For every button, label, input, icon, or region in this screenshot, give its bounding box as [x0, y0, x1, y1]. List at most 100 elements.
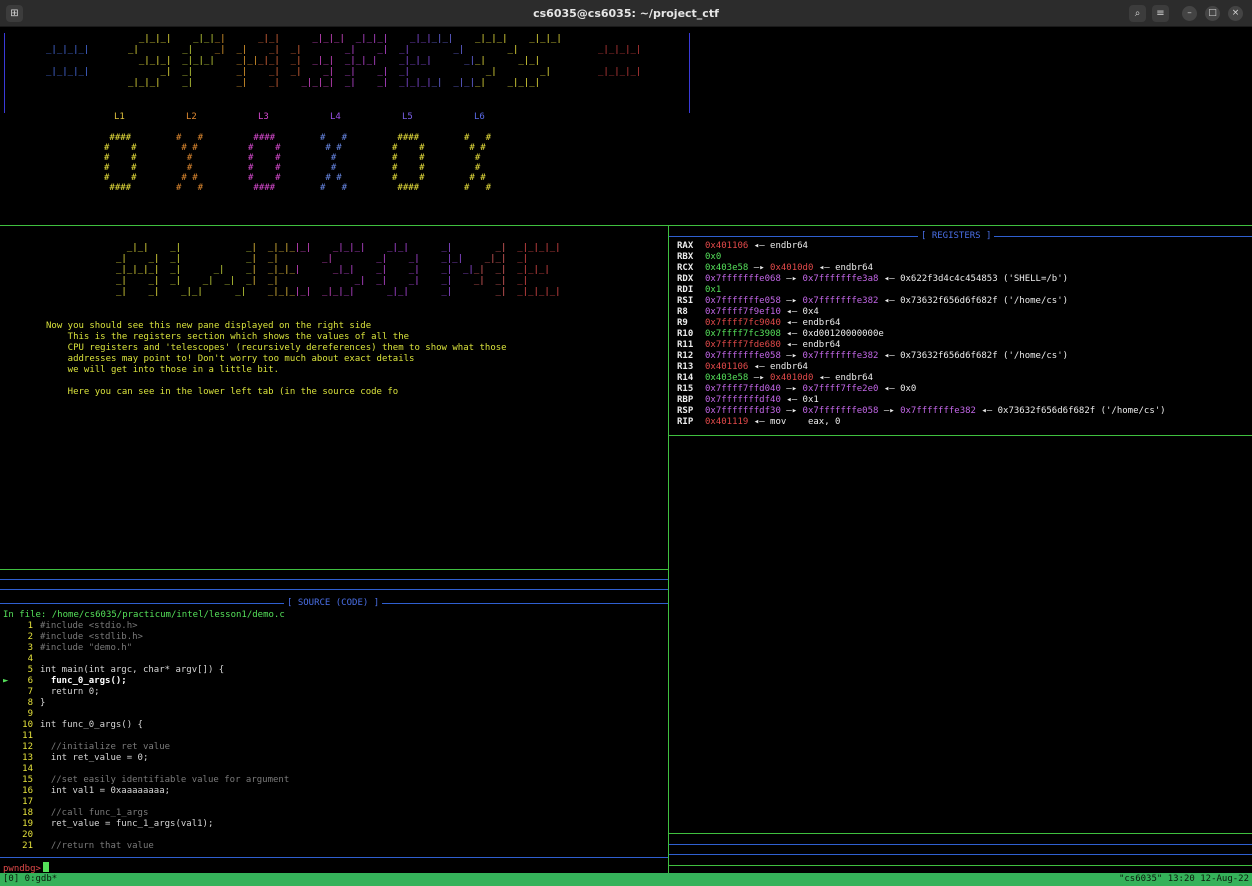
- register-row-rbp: RBP 0x7fffffffdf40 ◂— 0x1: [677, 395, 1166, 406]
- register-row-r14: R14 0x403e58 —▸ 0x4010d0 ◂— endbr64: [677, 373, 1166, 384]
- register-chain: ◂— 0x1: [780, 395, 819, 405]
- source-line-number: 4: [27, 654, 33, 664]
- banner-art-left: _|_|_|_| _|_|_|_|: [46, 45, 90, 77]
- register-row-rax: RAX 0x401106 ◂— endbr64: [677, 241, 1166, 252]
- pane-border-top[interactable]: [0, 225, 1252, 226]
- register-chain-part: 0x4010d0: [770, 263, 814, 273]
- source-line: 1 #include <stdio.h>: [3, 621, 289, 632]
- source-line-number: 8: [27, 698, 33, 708]
- register-chain: ◂— endbr64: [748, 362, 808, 372]
- register-name: R13: [677, 362, 694, 372]
- level-label-2: L2: [186, 112, 197, 122]
- source-code-list: 1 #include <stdio.h> 2 #include <stdlib.h> 3…: [3, 621, 289, 852]
- register-chain-part: 0x7fffffffe382: [900, 406, 976, 416]
- register-name: R10: [677, 329, 694, 339]
- register-value: 0x7fffffffdf40: [705, 395, 781, 405]
- source-line-number: 16: [22, 786, 33, 796]
- register-chain-part: —▸: [780, 274, 803, 284]
- source-line: 18 //call func_1_args: [3, 808, 289, 819]
- source-line-number: 13: [22, 753, 33, 763]
- pane-border-lesson-bottom[interactable]: [0, 569, 668, 570]
- terminal-area[interactable]: _|_|_|_| _|_|_|_| _|_|_| _|_|_| _|_| _|_…: [0, 27, 1252, 886]
- source-line-code: //call func_1_args: [40, 808, 149, 818]
- source-line-number: 21: [22, 841, 33, 851]
- register-chain-part: —▸: [748, 263, 771, 273]
- source-line: ► 6 func_0_args();: [3, 676, 289, 687]
- search-icon[interactable]: ⌕: [1129, 5, 1146, 22]
- register-chain-part: ◂— 0x73632f656d6f682f ('/home/cs'): [878, 296, 1069, 306]
- pane-border-right-lower[interactable]: [669, 833, 1252, 834]
- maximize-icon[interactable]: □: [1205, 6, 1220, 21]
- register-chain-part: ◂— 0x73632f656d6f682f ('/home/cs'): [878, 351, 1069, 361]
- banner-art-title: _|_|_| _|_|_| _|_| _|_|_| _|_|_| _|_|_|_…: [128, 34, 562, 88]
- source-line-number: 15: [22, 775, 33, 785]
- register-name: R9: [677, 318, 688, 328]
- register-chain-part: 0x7fffffffe382: [802, 296, 879, 306]
- register-row-r9: R9 0x7ffff7fc9040 ◂— endbr64: [677, 318, 1166, 329]
- register-chain: ◂— endbr64: [780, 340, 841, 350]
- register-value: 0x1: [705, 285, 722, 295]
- level-digit-3: #### # # # # # # # # ####: [248, 133, 281, 193]
- register-chain-part: 0x7ffff7ffe2e0: [802, 384, 879, 394]
- source-line: 12 //initialize ret value: [3, 742, 289, 753]
- register-chain: ◂— endbr64: [780, 318, 841, 328]
- register-value: 0x0: [705, 252, 722, 262]
- hamburger-menu-icon[interactable]: ≡: [1152, 5, 1169, 22]
- source-line: 10 int func_0_args() {: [3, 720, 289, 731]
- register-chain-part: —▸: [780, 296, 803, 306]
- register-chain: ◂— 0xd00120000000e: [780, 329, 884, 339]
- register-chain-part: —▸: [780, 384, 803, 394]
- source-line: 19 ret_value = func_1_args(val1);: [3, 819, 289, 830]
- register-row-rdx: RDX 0x7fffffffe068 —▸ 0x7fffffffe3a8 ◂— 0…: [677, 274, 1166, 285]
- register-name: R11: [677, 340, 694, 350]
- pane-border-vertical[interactable]: [668, 226, 669, 873]
- tmux-window-list[interactable]: [0] 0:gdb*: [3, 873, 57, 886]
- source-line-code: #include <stdio.h>: [40, 621, 138, 631]
- register-value: 0x7fffffffe058: [705, 351, 781, 361]
- register-name: RDX: [677, 274, 694, 284]
- level-label-5: L5: [402, 112, 413, 122]
- register-chain-part: 0x7fffffffe3a8: [802, 274, 879, 284]
- source-line: 5 int main(int argc, char* argv[]) {: [3, 665, 289, 676]
- register-value: 0x7ffff7fc9040: [705, 318, 781, 328]
- source-line-code: func_0_args();: [40, 676, 127, 686]
- register-name: RAX: [677, 241, 694, 251]
- register-row-rdi: RDI 0x1: [677, 285, 1166, 296]
- register-name: RBP: [677, 395, 694, 405]
- register-value: 0x7ffff7ffd040: [705, 384, 781, 394]
- source-line-number: 12: [22, 742, 33, 752]
- register-row-rsp: RSP 0x7fffffffdf30 —▸ 0x7fffffffe058 —▸ 0…: [677, 406, 1166, 417]
- source-line-number: 10: [22, 720, 33, 730]
- source-line-number: 1: [27, 621, 33, 631]
- register-row-rsi: RSI 0x7fffffffe058 —▸ 0x7fffffffe382 ◂— 0…: [677, 296, 1166, 307]
- register-value: 0x401106: [705, 241, 749, 251]
- source-line: 17: [3, 797, 289, 808]
- source-line-number: 20: [22, 830, 33, 840]
- source-line: 7 return 0;: [3, 687, 289, 698]
- source-line-code: return 0;: [40, 687, 100, 697]
- source-line-number: 3: [27, 643, 33, 653]
- register-chain-part: ◂— endbr64: [813, 373, 874, 383]
- pane-border-registers-bottom[interactable]: [669, 435, 1252, 436]
- source-line: 13 int ret_value = 0;: [3, 753, 289, 764]
- register-value: 0x401119: [705, 417, 749, 427]
- source-line-number: 9: [27, 709, 33, 719]
- register-row-r10: R10 0x7ffff7fc3908 ◂— 0xd00120000000e: [677, 329, 1166, 340]
- source-line: 16 int val1 = 0xaaaaaaaa;: [3, 786, 289, 797]
- source-line-code: #include <stdlib.h>: [40, 632, 143, 642]
- close-icon[interactable]: ×: [1228, 6, 1243, 21]
- pane-border-right-bottom[interactable]: [669, 865, 1252, 866]
- source-file-path: In file: /home/cs6035/practicum/intel/le…: [3, 610, 285, 620]
- source-line: 8}: [3, 698, 289, 709]
- minimize-icon[interactable]: –: [1182, 6, 1197, 21]
- level-digit-6: # # # # # # # # # #: [464, 133, 492, 193]
- register-chain-part: 0x7fffffffe382: [802, 351, 879, 361]
- register-chain-part: —▸: [780, 406, 803, 416]
- register-chain-part: —▸: [878, 406, 901, 416]
- window-title: cs6035@cs6035: ~/project_ctf: [533, 7, 719, 20]
- register-row-r11: R11 0x7ffff7fde680 ◂— endbr64: [677, 340, 1166, 351]
- register-row-r12: R12 0x7fffffffe058 —▸ 0x7fffffffe382 ◂— 0…: [677, 351, 1166, 362]
- source-line-code: }: [40, 698, 46, 708]
- source-line-number: 17: [22, 797, 33, 807]
- banner-left-bar: [4, 33, 5, 113]
